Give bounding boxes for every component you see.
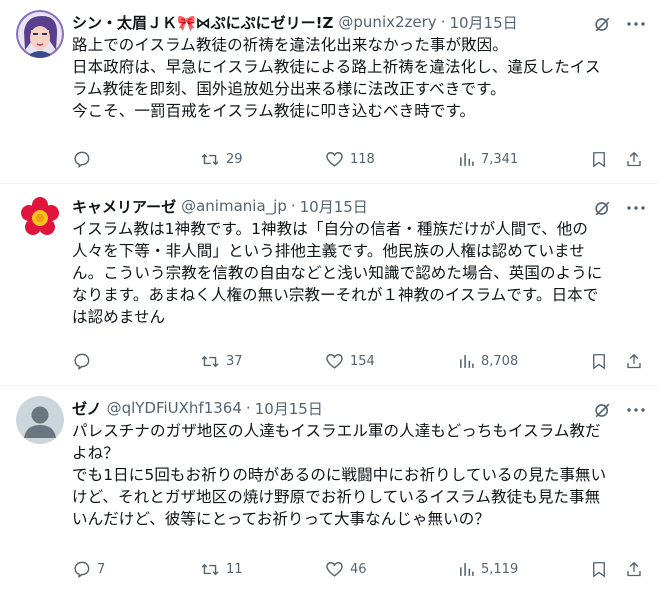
views-button[interactable]: 5,119 [458, 561, 518, 578]
action-bar: 7 11 46 5,119 [72, 559, 642, 579]
user-handle[interactable]: @animania_jp [181, 197, 287, 215]
avatar[interactable] [16, 396, 64, 444]
share-icon [625, 352, 643, 371]
like-button[interactable]: 118 [325, 150, 375, 169]
views-button[interactable]: 8,708 [458, 353, 518, 370]
like-button[interactable]: 154 [325, 352, 375, 371]
reply-icon [72, 352, 91, 371]
tweet-header: シン・太眉ＪＫ🎀⋈ぷにぷにゼリー!Z @punix2zery · 10月15日 [72, 10, 642, 34]
retweet-icon [200, 560, 220, 579]
view-count: 7,341 [481, 151, 519, 167]
display-name[interactable]: キャメリアーゼ [72, 196, 176, 217]
more-icon[interactable] [626, 400, 646, 420]
tweet-text-line: よね？ [72, 444, 119, 462]
avatar[interactable] [16, 10, 64, 58]
view-count: 5,119 [481, 561, 519, 577]
timestamp[interactable]: 10月15日 [300, 196, 368, 217]
retweet-count: 29 [226, 151, 243, 167]
share-icon [625, 150, 643, 169]
tweet-text-line: けど、それとガザ地区の焼け野原でお祈りしているイスラム教徒も見た事無 [72, 488, 601, 506]
bookmark-icon [590, 352, 608, 371]
reply-icon [72, 560, 91, 579]
tweet-text-line: 日本政府は、早急にイスラム教徒による路上祈祷を違法化し、違反したイス [72, 58, 601, 76]
tweet[interactable]: シン・太眉ＪＫ🎀⋈ぷにぷにゼリー!Z @punix2zery · 10月15日 … [0, 0, 658, 184]
like-icon [325, 352, 344, 371]
share-button[interactable] [625, 150, 643, 169]
view-count: 8,708 [481, 353, 519, 369]
tweet-text-line: パレスチナのガザ地区の人達もイスラエル軍の人達もどっちもイスラム教だ [72, 422, 601, 440]
tweet-text-line: イスラム教は1神教です。1神教は「自分の信者・種族だけが人間で、他の [72, 220, 589, 238]
bookmark-button[interactable] [590, 560, 608, 579]
tweet-text-line: でも1日に5回もお祈りの時があるのに戦闘中にお祈りしているの見た事無い [72, 466, 607, 484]
like-count: 154 [350, 353, 375, 369]
more-icon[interactable] [626, 14, 646, 34]
display-name[interactable]: シン・太眉ＪＫ🎀⋈ぷにぷにゼリー!Z [72, 12, 333, 33]
tweet-text-line: ん。こういう宗教を信教の自由などと浅い知識で認めた場合、英国のように [72, 264, 603, 282]
grok-icon[interactable] [592, 14, 612, 34]
share-icon [625, 560, 643, 579]
views-icon [458, 151, 475, 168]
user-handle[interactable]: @punix2zery [338, 13, 436, 31]
like-count: 46 [350, 561, 367, 577]
reply-count: 7 [97, 561, 106, 577]
separator: · [440, 13, 446, 31]
retweet-button[interactable]: 11 [200, 560, 243, 579]
like-icon [325, 560, 344, 579]
retweet-button[interactable]: 37 [200, 352, 243, 371]
reply-button[interactable] [72, 352, 97, 371]
like-icon [325, 150, 344, 169]
tweet-text-line: は認めません [72, 308, 166, 326]
retweet-button[interactable]: 29 [200, 150, 243, 169]
share-button[interactable] [625, 352, 643, 371]
reply-icon [72, 150, 91, 169]
tweet[interactable]: キャメリアーゼ @animania_jp · 10月15日 イスラム教は1神教で… [0, 184, 658, 386]
tweet-header: ゼノ @qlYDFiUXhf1364 · 10月15日 [72, 396, 642, 420]
reply-button[interactable] [72, 150, 97, 169]
more-icon[interactable] [626, 198, 646, 218]
display-name[interactable]: ゼノ [72, 398, 102, 419]
bookmark-button[interactable] [590, 352, 608, 371]
tweet-text-line: なります。あまねく人権の無い宗教ーそれが１神教のイスラムです。日本で [72, 286, 599, 304]
timestamp[interactable]: 10月15日 [449, 12, 517, 33]
share-button[interactable] [625, 560, 643, 579]
grok-icon[interactable] [592, 198, 612, 218]
separator: · [290, 197, 296, 215]
like-count: 118 [350, 151, 375, 167]
reply-button[interactable]: 7 [72, 560, 105, 579]
action-bar: 37 154 8,708 [72, 351, 642, 371]
like-button[interactable]: 46 [325, 560, 367, 579]
retweet-icon [200, 150, 220, 169]
tweet-text-line: 今こそ、一罰百戒をイスラム教徒に叩き込むべき時です。 [72, 102, 476, 120]
tweet-text: イスラム教は1神教です。1神教は「自分の信者・種族だけが人間で、他の 人々を下等… [72, 218, 642, 328]
retweet-icon [200, 352, 220, 371]
tweet-text: パレスチナのガザ地区の人達もイスラエル軍の人達もどっちもイスラム教だ よね？ で… [72, 420, 642, 530]
tweet-text-line: いんだけど、彼等にとってお祈りって大事なんじゃ無いの？ [72, 510, 490, 528]
views-icon [458, 353, 475, 370]
avatar[interactable] [16, 194, 64, 242]
retweet-count: 11 [226, 561, 243, 577]
views-button[interactable]: 7,341 [458, 151, 518, 168]
bookmark-icon [590, 560, 608, 579]
tweet-text-line: 路上でのイスラム教徒の祈祷を違法化出来なかった事が敗因。 [72, 36, 508, 54]
timestamp[interactable]: 10月15日 [255, 398, 323, 419]
grok-icon[interactable] [592, 400, 612, 420]
separator: · [245, 399, 251, 417]
user-handle[interactable]: @qlYDFiUXhf1364 [107, 399, 242, 417]
retweet-count: 37 [226, 353, 243, 369]
bookmark-button[interactable] [590, 150, 608, 169]
views-icon [458, 561, 475, 578]
tweet-header: キャメリアーゼ @animania_jp · 10月15日 [72, 194, 642, 218]
tweet[interactable]: ゼノ @qlYDFiUXhf1364 · 10月15日 パレスチナのガザ地区の人… [0, 386, 658, 593]
tweet-text: 路上でのイスラム教徒の祈祷を違法化出来なかった事が敗因。 日本政府は、早急にイス… [72, 34, 642, 122]
tweet-text-line: ラム教徒を即刻、国外追放処分出来る様に法改正すべきです。 [72, 80, 506, 98]
bookmark-icon [590, 150, 608, 169]
action-bar: 29 118 7,341 [72, 149, 642, 169]
tweet-text-line: 人々を下等・非人間」という排他主義です。他民族の人権は認めていませ [72, 242, 585, 260]
